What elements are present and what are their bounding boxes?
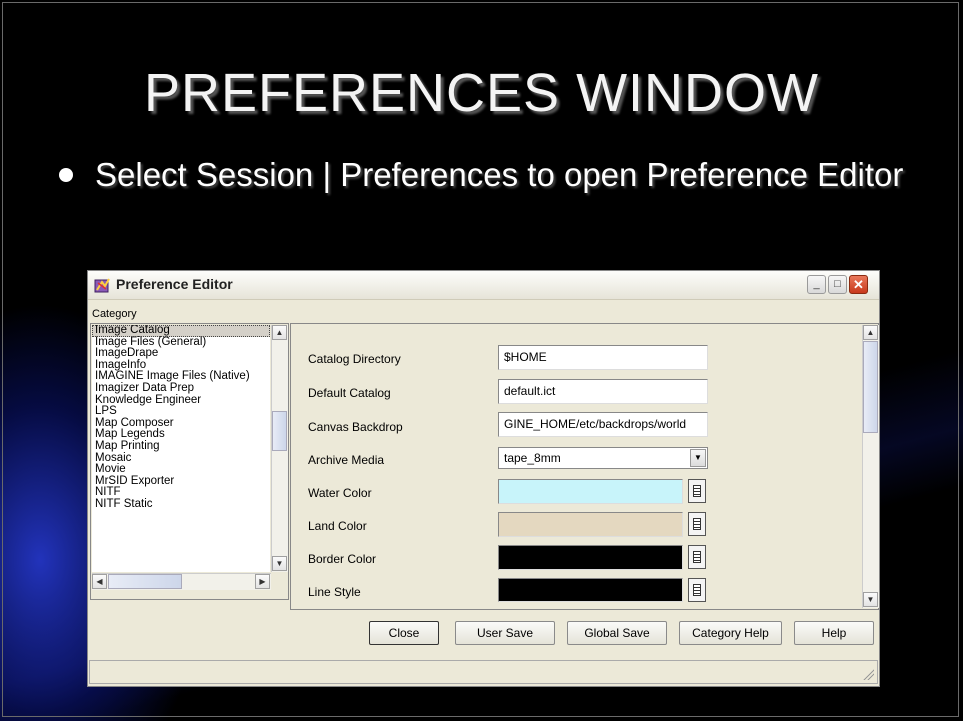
category-help-button[interactable]: Category Help [679,621,782,645]
water-color-swatch[interactable] [498,479,683,504]
category-list-item[interactable]: NITF Static [92,498,270,511]
maximize-button[interactable]: □ [828,275,847,294]
scroll-down-icon[interactable]: ▼ [272,556,287,571]
slide-bullet: Select Session | Preferences to open Pre… [59,156,925,193]
category-horizontal-scrollbar[interactable]: ◀ ▶ [92,573,271,590]
canvas-backdrop-field[interactable]: GINE_HOME/etc/backdrops/world [498,412,708,437]
category-list[interactable]: Image Catalog Image Files (General) ImageD… [92,325,270,572]
border-color-swatch[interactable] [498,545,683,570]
preferences-panel: Catalog Directory $HOME Default Catalog … [290,323,879,610]
category-vertical-scrollbar[interactable]: ▲ ▼ [271,325,288,572]
user-save-button[interactable]: User Save [455,621,555,645]
help-button[interactable]: Help [794,621,874,645]
canvas-backdrop-label: Canvas Backdrop [308,420,403,434]
bullet-text: Select Session | Preferences to open Pre… [95,156,904,193]
scroll-right-icon[interactable]: ▶ [255,574,270,589]
default-catalog-label: Default Catalog [308,386,391,400]
catalog-directory-label: Catalog Directory [308,352,401,366]
category-list-item[interactable]: Imagizer Data Prep [92,382,270,395]
close-button[interactable]: Close [369,621,439,645]
catalog-directory-field[interactable]: $HOME [498,345,708,370]
archive-media-label: Archive Media [308,453,385,467]
border-color-label: Border Color [308,552,377,566]
category-panel: Image Catalog Image Files (General) ImageD… [90,323,289,600]
line-style-label: Line Style [308,585,361,599]
color-picker-icon[interactable] [688,512,706,536]
category-list-item[interactable]: Map Printing [92,440,270,453]
archive-media-select[interactable]: tape_8mm ▼ [498,447,708,469]
color-picker-icon[interactable] [688,578,706,602]
scroll-up-icon[interactable]: ▲ [863,325,878,340]
category-list-item[interactable]: LPS [92,406,270,418]
preferences-vertical-scrollbar[interactable]: ▲ ▼ [862,325,879,608]
category-list-item[interactable]: Knowledge Engineer [92,394,270,407]
category-label: Category [92,308,137,320]
scroll-down-icon[interactable]: ▼ [863,592,878,607]
water-color-label: Water Color [308,486,372,500]
preferences-scroll-thumb[interactable] [863,341,878,433]
category-hscroll-thumb[interactable] [108,574,182,589]
window-title: Preference Editor [116,276,233,292]
line-style-swatch[interactable] [498,578,683,602]
preference-editor-window: Preference Editor _ □ ✕ Category Image C… [87,270,880,687]
status-bar [89,660,878,684]
global-save-button[interactable]: Global Save [567,621,667,645]
resize-grip-icon[interactable] [862,668,874,680]
category-scroll-thumb[interactable] [272,411,287,451]
window-titlebar[interactable]: Preference Editor _ □ ✕ [88,271,879,300]
land-color-swatch[interactable] [498,512,683,537]
dropdown-arrow-icon[interactable]: ▼ [690,449,706,467]
close-window-button[interactable]: ✕ [849,275,868,294]
scroll-left-icon[interactable]: ◀ [92,574,107,589]
slide-title: PREFERENCES WINDOW [143,63,820,123]
minimize-button[interactable]: _ [807,275,826,294]
scroll-up-icon[interactable]: ▲ [272,325,287,340]
archive-media-value: tape_8mm [504,451,561,465]
category-list-item[interactable]: Image Catalog [92,325,270,337]
category-list-item[interactable]: Movie [92,464,270,476]
color-picker-icon[interactable] [688,479,706,503]
bullet-dot-icon [59,168,73,182]
land-color-label: Land Color [308,519,367,533]
default-catalog-field[interactable]: default.ict [498,379,708,404]
color-picker-icon[interactable] [688,545,706,569]
app-icon [94,277,112,293]
